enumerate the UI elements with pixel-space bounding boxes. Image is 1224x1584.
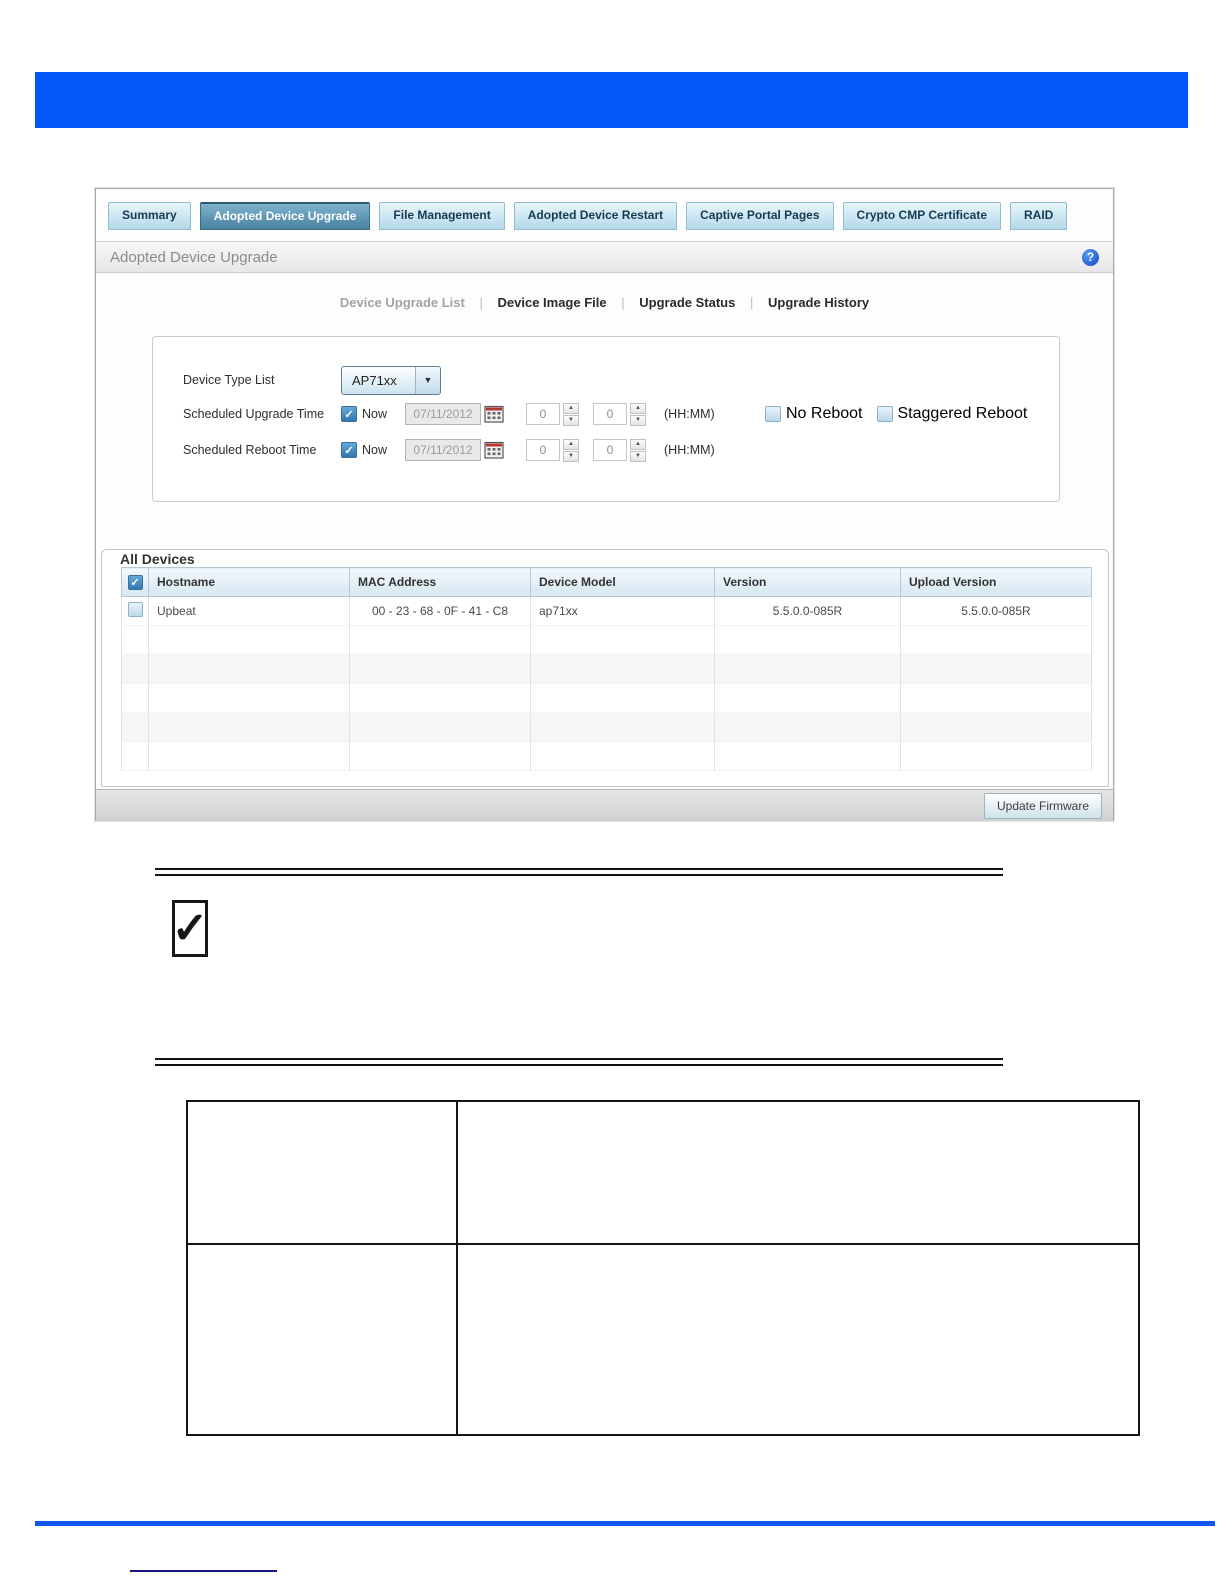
scheduled-upgrade-time-label: Scheduled Upgrade Time [183, 407, 325, 421]
subnav-device-image-file[interactable]: Device Image File [498, 295, 607, 310]
tab-raid[interactable]: RAID [1010, 202, 1068, 230]
row-select-checkbox[interactable] [127, 602, 143, 617]
subnav-separator: | [479, 295, 483, 310]
subnav-separator: | [749, 295, 754, 310]
device-type-value: AP71xx [352, 372, 397, 388]
stepper-down-icon[interactable]: ▼ [630, 414, 647, 426]
note-divider-bottom [155, 1058, 1003, 1066]
reboot-hour-stepper[interactable]: 0 ▲ ▼ [526, 438, 580, 462]
stepper-up-icon[interactable]: ▲ [630, 402, 647, 414]
subnav-separator: | [621, 295, 625, 310]
description-table-cell [458, 1245, 1138, 1434]
subnav-upgrade-status[interactable]: Upgrade Status [639, 295, 735, 310]
now-reboot-checkbox[interactable]: ✓ [341, 442, 357, 458]
col-upload-version[interactable]: Upload Version [900, 567, 1092, 597]
calendar-icon[interactable] [484, 405, 504, 423]
no-reboot-checkbox[interactable] [765, 406, 781, 422]
tab-summary[interactable]: Summary [108, 202, 191, 230]
device-table-empty-row [121, 654, 1092, 684]
help-icon[interactable]: ? [1082, 248, 1099, 266]
upgrade-minute-value: 0 [593, 403, 628, 425]
description-table-cell [188, 1102, 458, 1245]
reboot-date-field[interactable]: 07/11/2012 [405, 439, 482, 461]
stepper-down-icon[interactable]: ▼ [563, 414, 580, 426]
stepper-up-icon[interactable]: ▲ [563, 402, 580, 414]
staggered-reboot-checkbox[interactable] [876, 406, 893, 422]
upgrade-hour-value: 0 [526, 403, 561, 425]
manual-page: Summary Adopted Device Upgrade File Mana… [0, 0, 1224, 1584]
checkmark-glyph: ✓ [172, 904, 208, 953]
stepper-down-icon[interactable]: ▼ [630, 450, 647, 462]
device-row-upbeat[interactable]: Upbeat 00 - 23 - 68 - 0F - 41 - C8 ap71x… [121, 596, 1092, 626]
page-title: Adopted Device Upgrade [110, 248, 278, 266]
calendar-icon[interactable] [484, 441, 504, 459]
device-table-empty-row [121, 741, 1092, 771]
footnote-link-underline [130, 1570, 277, 1572]
device-table-empty-row [121, 625, 1092, 655]
devices-table: ✓ Hostname MAC Address Device Model Vers… [121, 567, 1092, 771]
note-divider-top [155, 868, 1003, 876]
col-mac-address[interactable]: MAC Address [349, 567, 531, 597]
subnav: Device Upgrade List | Device Image File … [96, 295, 1113, 310]
staggered-reboot-label: Staggered Reboot [897, 405, 1028, 422]
upgrade-hour-stepper[interactable]: 0 ▲ ▼ [526, 402, 580, 426]
select-all-cell: ✓ [121, 567, 149, 597]
stepper-up-icon[interactable]: ▲ [563, 438, 580, 450]
stepper-up-icon[interactable]: ▲ [630, 438, 647, 450]
tab-crypto-cmp-certificate[interactable]: Crypto CMP Certificate [842, 202, 1002, 230]
panel-titlebar: Adopted Device Upgrade ? [96, 241, 1113, 273]
note-checkmark-icon: ✓ [172, 900, 208, 957]
upgrade-hhmm-label: (HH:MM) [664, 407, 715, 421]
cell-mac-address: 00 - 23 - 68 - 0F - 41 - C8 [349, 596, 531, 626]
reboot-hhmm-label: (HH:MM) [664, 443, 715, 457]
cell-upload-version: 5.5.0.0-085R [900, 596, 1092, 626]
devices-table-body: Upbeat 00 - 23 - 68 - 0F - 41 - C8 ap71x… [121, 596, 1092, 771]
upgrade-date-field[interactable]: 07/11/2012 [405, 403, 482, 425]
subnav-device-upgrade-list[interactable]: Device Upgrade List [340, 295, 465, 310]
chevron-down-icon[interactable]: ▼ [415, 366, 440, 394]
now-upgrade-checkbox[interactable]: ✓ [341, 406, 357, 422]
tab-adopted-device-upgrade[interactable]: Adopted Device Upgrade [199, 202, 371, 230]
now-upgrade-label: Now [362, 407, 388, 421]
device-table-empty-row [121, 712, 1092, 742]
update-firmware-button[interactable]: Update Firmware [984, 793, 1102, 819]
tab-bar: Summary Adopted Device Upgrade File Mana… [108, 202, 1068, 230]
all-devices-title: All Devices [120, 551, 195, 567]
device-table-empty-row [121, 683, 1092, 713]
cell-device-model: ap71xx [530, 596, 715, 626]
no-reboot-label: No Reboot [786, 405, 863, 422]
device-type-list-label: Device Type List [183, 373, 275, 387]
tab-captive-portal-pages[interactable]: Captive Portal Pages [686, 202, 834, 230]
select-all-checkbox[interactable]: ✓ [127, 574, 143, 590]
stepper-down-icon[interactable]: ▼ [563, 450, 580, 462]
scheduled-reboot-time-label: Scheduled Reboot Time [183, 443, 317, 457]
col-hostname[interactable]: Hostname [148, 567, 350, 597]
subnav-upgrade-history[interactable]: Upgrade History [768, 295, 869, 310]
cell-version: 5.5.0.0-085R [714, 596, 901, 626]
now-reboot-label: Now [362, 443, 388, 457]
reboot-minute-stepper[interactable]: 0 ▲ ▼ [593, 438, 647, 462]
device-type-dropdown[interactable]: AP71xx ▼ [341, 365, 441, 395]
devices-header-row: ✓ Hostname MAC Address Device Model Vers… [121, 567, 1092, 597]
tab-adopted-device-restart[interactable]: Adopted Device Restart [513, 202, 678, 230]
description-table-cell [458, 1102, 1138, 1245]
description-table [186, 1100, 1140, 1436]
description-table-cell [188, 1245, 458, 1434]
cell-hostname: Upbeat [148, 596, 350, 626]
window-footer-bar: Update Firmware [96, 789, 1113, 821]
reboot-minute-value: 0 [593, 439, 628, 461]
reboot-hour-value: 0 [526, 439, 561, 461]
col-device-model[interactable]: Device Model [530, 567, 715, 597]
col-version[interactable]: Version [714, 567, 901, 597]
app-window: Summary Adopted Device Upgrade File Mana… [95, 188, 1114, 821]
upgrade-minute-stepper[interactable]: 0 ▲ ▼ [593, 402, 647, 426]
tab-file-management[interactable]: File Management [379, 202, 505, 230]
upgrade-schedule-form: Device Type List AP71xx ▼ Scheduled Upgr… [152, 336, 1060, 502]
all-devices-panel: All Devices ✓ Hostname MAC Address Devic… [101, 549, 1109, 787]
footer-rule [35, 1521, 1215, 1526]
top-banner [35, 72, 1188, 128]
